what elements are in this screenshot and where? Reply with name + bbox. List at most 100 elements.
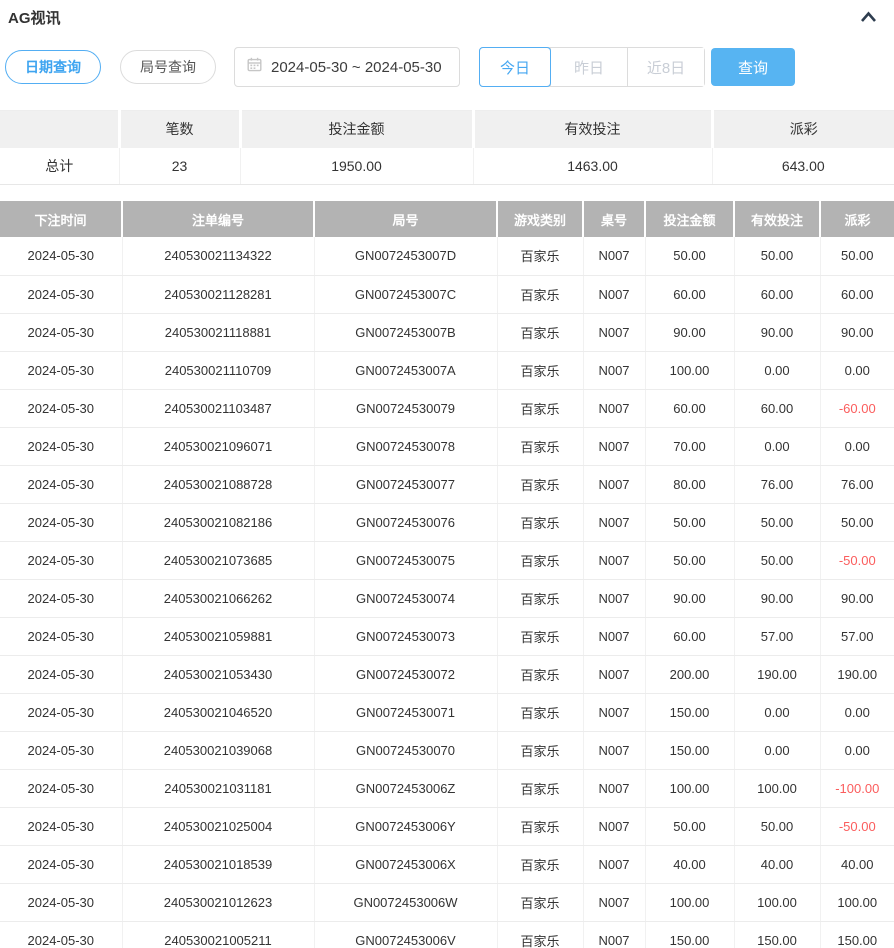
cell-round-id: GN0072453006Z [314, 769, 497, 807]
col-header-game-type: 游戏类别 [497, 201, 583, 237]
cell-payout: 50.00 [820, 237, 894, 275]
cell-table-no: N007 [583, 617, 645, 655]
table-row: 2024-05-30240530021046520GN00724530071百家… [0, 693, 894, 731]
summary-total-label: 总计 [0, 148, 119, 185]
cell-bet-time: 2024-05-30 [0, 579, 122, 617]
table-row: 2024-05-30240530021005211GN0072453006V百家… [0, 921, 894, 948]
quick-last8days-button[interactable]: 近8日 [627, 48, 704, 86]
cell-round-id: GN0072453007C [314, 275, 497, 313]
cell-payout: 0.00 [820, 731, 894, 769]
cell-bet-amount: 50.00 [645, 807, 734, 845]
records-header-row: 下注时间 注单编号 局号 游戏类别 桌号 投注金额 有效投注 派彩 [0, 201, 894, 237]
cell-bet-time: 2024-05-30 [0, 503, 122, 541]
table-row: 2024-05-30240530021012623GN0072453006W百家… [0, 883, 894, 921]
quick-yesterday-button[interactable]: 昨日 [550, 48, 627, 86]
panel-header: AG视讯 [0, 0, 894, 28]
quick-today-button[interactable]: 今日 [479, 47, 551, 87]
cell-round-id: GN0072453007D [314, 237, 497, 275]
cell-table-no: N007 [583, 465, 645, 503]
table-row: 2024-05-30240530021031181GN0072453006Z百家… [0, 769, 894, 807]
cell-table-no: N007 [583, 731, 645, 769]
cell-table-no: N007 [583, 883, 645, 921]
collapse-button[interactable] [859, 9, 878, 26]
summary-total-bet-amount: 1950.00 [240, 148, 473, 185]
cell-game-type: 百家乐 [497, 541, 583, 579]
cell-order-id: 240530021134322 [122, 237, 314, 275]
col-header-valid-bet: 有效投注 [734, 201, 820, 237]
cell-round-id: GN00724530075 [314, 541, 497, 579]
cell-bet-time: 2024-05-30 [0, 769, 122, 807]
cell-order-id: 240530021031181 [122, 769, 314, 807]
cell-bet-time: 2024-05-30 [0, 541, 122, 579]
cell-round-id: GN0072453006W [314, 883, 497, 921]
cell-valid-bet: 100.00 [734, 769, 820, 807]
cell-valid-bet: 57.00 [734, 617, 820, 655]
col-header-bet-time: 下注时间 [0, 201, 122, 237]
date-range-input[interactable]: 2024-05-30 ~ 2024-05-30 [234, 47, 460, 87]
cell-bet-time: 2024-05-30 [0, 655, 122, 693]
cell-game-type: 百家乐 [497, 465, 583, 503]
filter-bar: 日期查询 局号查询 2024-05-30 ~ 2024-05-30 今日 [0, 47, 894, 87]
table-row: 2024-05-30240530021110709GN0072453007A百家… [0, 351, 894, 389]
cell-game-type: 百家乐 [497, 921, 583, 948]
cell-payout: 100.00 [820, 883, 894, 921]
cell-valid-bet: 50.00 [734, 807, 820, 845]
cell-order-id: 240530021012623 [122, 883, 314, 921]
cell-order-id: 240530021005211 [122, 921, 314, 948]
cell-bet-time: 2024-05-30 [0, 883, 122, 921]
cell-game-type: 百家乐 [497, 351, 583, 389]
cell-bet-amount: 50.00 [645, 503, 734, 541]
cell-table-no: N007 [583, 351, 645, 389]
summary-total-valid-bet: 1463.00 [473, 148, 712, 185]
cell-game-type: 百家乐 [497, 617, 583, 655]
cell-game-type: 百家乐 [497, 579, 583, 617]
cell-table-no: N007 [583, 313, 645, 351]
cell-table-no: N007 [583, 503, 645, 541]
cell-bet-amount: 60.00 [645, 389, 734, 427]
date-query-tab[interactable]: 日期查询 [5, 50, 101, 84]
cell-order-id: 240530021053430 [122, 655, 314, 693]
cell-table-no: N007 [583, 845, 645, 883]
cell-bet-amount: 70.00 [645, 427, 734, 465]
cell-payout: -50.00 [820, 541, 894, 579]
records-table: 下注时间 注单编号 局号 游戏类别 桌号 投注金额 有效投注 派彩 2024-0… [0, 201, 894, 948]
cell-payout: 0.00 [820, 693, 894, 731]
cell-bet-amount: 150.00 [645, 693, 734, 731]
cell-payout: 0.00 [820, 351, 894, 389]
cell-bet-amount: 60.00 [645, 617, 734, 655]
cell-round-id: GN0072453006V [314, 921, 497, 948]
cell-bet-time: 2024-05-30 [0, 275, 122, 313]
cell-valid-bet: 190.00 [734, 655, 820, 693]
cell-order-id: 240530021096071 [122, 427, 314, 465]
cell-valid-bet: 0.00 [734, 351, 820, 389]
cell-valid-bet: 60.00 [734, 275, 820, 313]
cell-table-no: N007 [583, 655, 645, 693]
cell-payout: 40.00 [820, 845, 894, 883]
cell-order-id: 240530021025004 [122, 807, 314, 845]
cell-game-type: 百家乐 [497, 693, 583, 731]
cell-order-id: 240530021018539 [122, 845, 314, 883]
cell-payout: -100.00 [820, 769, 894, 807]
cell-payout: -50.00 [820, 807, 894, 845]
cell-game-type: 百家乐 [497, 807, 583, 845]
cell-payout: 60.00 [820, 275, 894, 313]
cell-table-no: N007 [583, 389, 645, 427]
cell-round-id: GN00724530073 [314, 617, 497, 655]
cell-round-id: GN00724530072 [314, 655, 497, 693]
cell-game-type: 百家乐 [497, 769, 583, 807]
summary-header-bet-amount: 投注金额 [240, 111, 473, 148]
cell-valid-bet: 50.00 [734, 503, 820, 541]
cell-table-no: N007 [583, 769, 645, 807]
cell-round-id: GN00724530074 [314, 579, 497, 617]
search-button[interactable]: 查询 [711, 48, 795, 86]
cell-bet-time: 2024-05-30 [0, 807, 122, 845]
cell-valid-bet: 0.00 [734, 693, 820, 731]
cell-payout: 0.00 [820, 427, 894, 465]
round-query-tab[interactable]: 局号查询 [120, 50, 216, 84]
table-row: 2024-05-30240530021118881GN0072453007B百家… [0, 313, 894, 351]
table-row: 2024-05-30240530021059881GN00724530073百家… [0, 617, 894, 655]
cell-bet-time: 2024-05-30 [0, 427, 122, 465]
table-row: 2024-05-30240530021039068GN00724530070百家… [0, 731, 894, 769]
cell-bet-amount: 100.00 [645, 769, 734, 807]
summary-total-count: 23 [119, 148, 240, 185]
